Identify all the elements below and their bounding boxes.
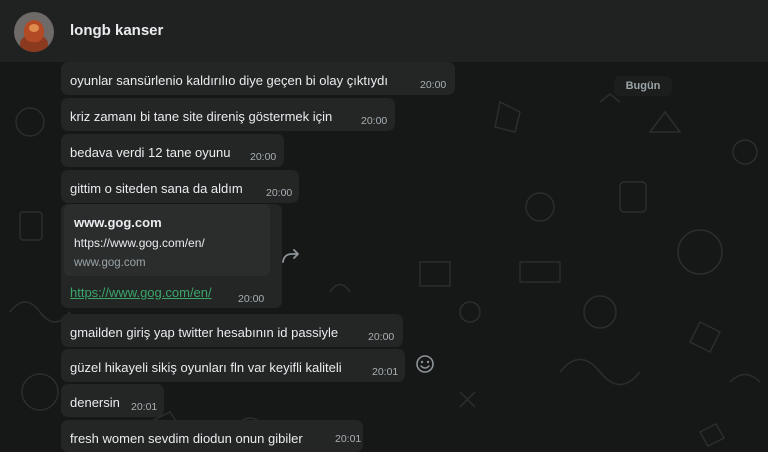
message-bubble[interactable]: denersin 20:01	[61, 384, 164, 417]
message-text: kriz zamanı bi tane site direniş gösterm…	[70, 109, 333, 124]
contact-name[interactable]: longb kanser	[70, 22, 163, 39]
message-link[interactable]: https://www.gog.com/en/	[70, 285, 212, 300]
message-text: bedava verdi 12 tane oyunu	[70, 145, 231, 160]
chat-header: longb kanser	[0, 0, 768, 62]
message-time: 20:00	[368, 331, 395, 343]
link-preview-card[interactable]: www.gog.com https://www.gog.com/en/ www.…	[64, 204, 270, 276]
chat-pane: Bugün oyunlar sansürlenio kaldırılıo diy…	[0, 62, 768, 452]
link-preview-domain: www.gog.com	[74, 257, 146, 269]
message-bubble[interactable]: fresh women sevdim diodun onun gibiler 2…	[61, 420, 363, 452]
link-preview-url: https://www.gog.com/en/	[74, 236, 205, 250]
link-preview-title: www.gog.com	[74, 215, 162, 230]
message-time: 20:00	[420, 79, 447, 91]
message-bubble[interactable]: kriz zamanı bi tane site direniş gösterm…	[61, 98, 395, 131]
forward-arrow-icon[interactable]	[280, 247, 302, 265]
message-time: 20:00	[361, 115, 388, 127]
message-time: 20:00	[266, 187, 293, 199]
message-bubble[interactable]: gittim o siteden sana da aldım 20:00	[61, 170, 299, 203]
message-time: 20:00	[238, 293, 265, 305]
message-time: 20:00	[250, 151, 277, 163]
message-time: 20:01	[372, 366, 399, 378]
message-text: oyunlar sansürlenio kaldırılıo diye geçe…	[70, 73, 388, 88]
message-text: güzel hikayeli sikiş oyunları fln var ke…	[70, 360, 342, 375]
message-bubble[interactable]: güzel hikayeli sikiş oyunları fln var ke…	[61, 349, 405, 382]
message-text: fresh women sevdim diodun onun gibiler	[70, 431, 303, 446]
date-chip: Bugün	[614, 76, 672, 96]
message-text: gittim o siteden sana da aldım	[70, 181, 243, 196]
smiley-icon[interactable]	[415, 354, 435, 374]
message-time: 20:01	[131, 401, 158, 413]
message-bubble[interactable]: bedava verdi 12 tane oyunu 20:00	[61, 134, 284, 167]
message-text: denersin	[70, 395, 120, 410]
message-time: 20:01	[335, 433, 362, 445]
avatar[interactable]	[14, 12, 54, 52]
message-bubble[interactable]: gmailden giriş yap twitter hesabının id …	[61, 314, 403, 347]
message-text: gmailden giriş yap twitter hesabının id …	[70, 325, 339, 340]
message-bubble[interactable]: oyunlar sansürlenio kaldırılıo diye geçe…	[61, 62, 455, 95]
